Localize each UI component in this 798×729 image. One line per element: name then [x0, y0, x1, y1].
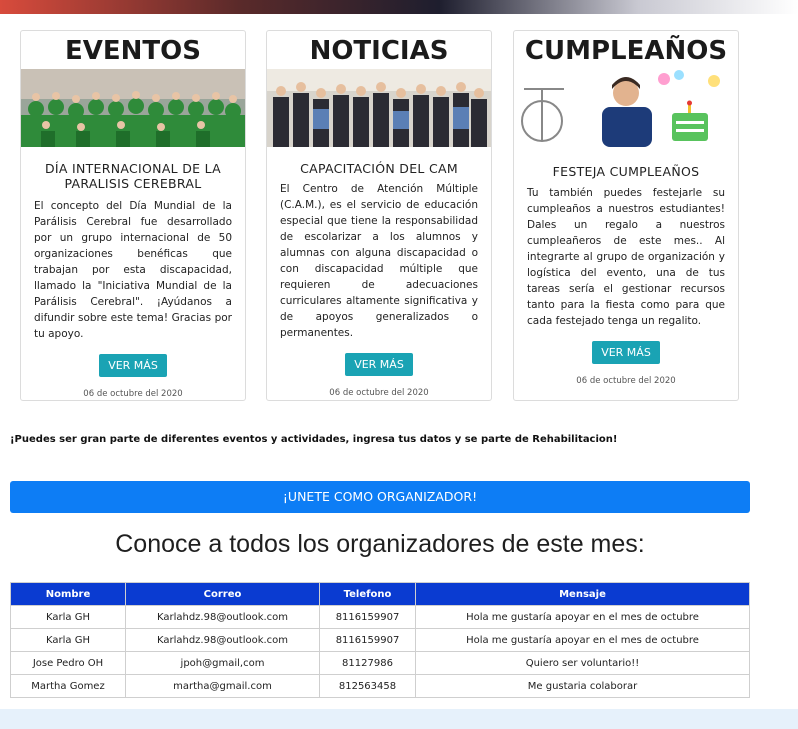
cell-telefono: 812563458 [319, 674, 416, 698]
cell-mensaje: Quiero ser voluntario!! [415, 651, 750, 675]
column-header-telefono: Telefono [319, 582, 416, 606]
column-header-correo: Correo [125, 582, 320, 606]
card-eventos: EVENTOS DÍA INTERNACIONAL DE LA PARALISI… [20, 30, 246, 401]
card-description: El Centro de Atención Múltiple (C.A.M.),… [280, 183, 478, 339]
cell-correo: martha@gmail.com [125, 674, 320, 698]
cell-nombre: Jose Pedro OH [10, 651, 126, 675]
organizers-table: Nombre Correo Telefono Mensaje Karla GH … [10, 582, 750, 698]
cell-telefono: 8116159907 [319, 628, 416, 652]
card-cumpleanos: CUMPLEAÑOS FESTEJA CUMPLEAÑOS Tu también… [513, 30, 739, 401]
card-date: 06 de octubre del 2020 [329, 388, 429, 398]
cell-mensaje: Me gustaria colaborar [415, 674, 750, 698]
card-image-cumpleanos [514, 69, 738, 147]
ver-mas-button[interactable]: VER MÁS [345, 353, 413, 376]
card-description: El concepto del Día Mundial de la Paráli… [34, 200, 232, 340]
cell-nombre: Karla GH [10, 605, 126, 629]
join-organizer-button[interactable]: ¡UNETE COMO ORGANIZADOR! [10, 481, 750, 513]
ver-mas-button[interactable]: VER MÁS [592, 341, 660, 364]
footer-band [0, 709, 798, 729]
table-row: Martha Gomez martha@gmail.com 812563458 … [10, 674, 750, 698]
ver-mas-button[interactable]: VER MÁS [99, 354, 167, 377]
card-subtitle: DÍA INTERNACIONAL DE LA PARALISIS CEREBR… [44, 161, 222, 191]
card-subtitle: CAPACITACIÓN DEL CAM [300, 161, 458, 176]
promo-text: ¡Puedes ser gran parte de diferentes eve… [10, 434, 618, 445]
cell-nombre: Martha Gomez [10, 674, 126, 698]
organizers-heading: Conoce a todos los organizadores de este… [115, 530, 645, 558]
card-description: Tu también puedes festejarle su cumpleañ… [527, 187, 725, 327]
column-header-mensaje: Mensaje [415, 582, 750, 606]
table-row: Jose Pedro OH jpoh@gmail,com 81127986 Qu… [10, 651, 750, 675]
cell-mensaje: Hola me gustaría apoyar en el mes de oct… [415, 605, 750, 629]
table-row: Karla GH Karlahdz.98@outlook.com 8116159… [10, 605, 750, 629]
card-title: EVENTOS [65, 36, 201, 66]
cell-correo: jpoh@gmail,com [125, 651, 320, 675]
card-noticias: NOTICIAS CAPACITACIÓN DEL CAM El Centro … [266, 30, 492, 401]
cell-correo: Karlahdz.98@outlook.com [125, 605, 320, 629]
card-image-eventos [21, 69, 245, 147]
card-date: 06 de octubre del 2020 [83, 389, 183, 399]
cell-mensaje: Hola me gustaría apoyar en el mes de oct… [415, 628, 750, 652]
cell-telefono: 8116159907 [319, 605, 416, 629]
card-title: CUMPLEAÑOS [524, 36, 728, 66]
card-image-noticias [267, 69, 491, 147]
card-title: NOTICIAS [309, 36, 449, 66]
card-subtitle: FESTEJA CUMPLEAÑOS [552, 164, 700, 179]
cell-telefono: 81127986 [319, 651, 416, 675]
header-banner-image [0, 0, 798, 14]
cell-correo: Karlahdz.98@outlook.com [125, 628, 320, 652]
cell-nombre: Karla GH [10, 628, 126, 652]
card-date: 06 de octubre del 2020 [576, 376, 676, 386]
table-row: Karla GH Karlahdz.98@outlook.com 8116159… [10, 628, 750, 652]
column-header-nombre: Nombre [10, 582, 126, 606]
table-header-row: Nombre Correo Telefono Mensaje [10, 582, 750, 606]
